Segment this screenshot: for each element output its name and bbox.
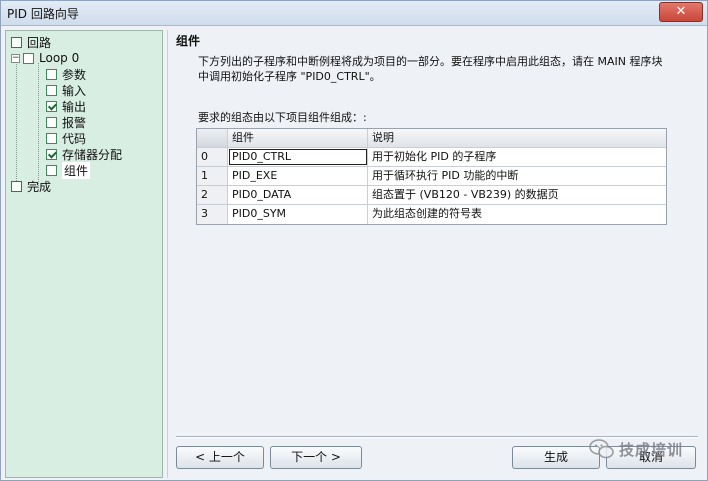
description-cell[interactable]: 组态置于 (VB120 - VB239) 的数据页 xyxy=(368,186,666,204)
table-row[interactable]: 3 PID0_SYM 为此组态创建的符号表 xyxy=(197,205,666,224)
row-number: 2 xyxy=(197,186,228,204)
tree-node-label: 组件 xyxy=(62,161,91,179)
row-number: 3 xyxy=(197,205,228,224)
component-cell[interactable]: PID_EXE xyxy=(228,167,368,185)
description-cell[interactable]: 用于初始化 PID 的子程序 xyxy=(368,148,666,166)
tree-node-alarm[interactable]: 报警 xyxy=(46,114,86,130)
row-number: 0 xyxy=(197,148,228,166)
tree-node-label: 输出 xyxy=(62,99,87,114)
checkbox-icon xyxy=(23,52,34,64)
collapse-icon[interactable]: − xyxy=(11,53,20,63)
wechat-logo-icon xyxy=(589,439,614,459)
pid-wizard-window: PID 回路向导 ✕ 回路 − Loop 0 参数 输入 输出 报警 代码 存储… xyxy=(0,0,708,481)
tree-node-components[interactable]: 组件 xyxy=(46,161,91,179)
check-icon xyxy=(46,100,57,112)
check-icon xyxy=(46,148,57,160)
tree-node-label: 代码 xyxy=(62,131,87,146)
row-number: 1 xyxy=(197,167,228,185)
tree-node-label: Loop 0 xyxy=(39,51,80,65)
title-bar[interactable]: PID 回路向导 ✕ xyxy=(1,1,707,26)
close-button[interactable]: ✕ xyxy=(659,2,703,22)
tree-node-params[interactable]: 参数 xyxy=(46,66,86,82)
requirement-text: 要求的组态由以下项目组件组成：: xyxy=(198,111,367,124)
table-row[interactable]: 1 PID_EXE 用于循环执行 PID 功能的中断 xyxy=(197,167,666,186)
component-cell[interactable]: PID0_CTRL xyxy=(228,148,368,166)
next-button[interactable]: 下一个 > xyxy=(270,446,362,469)
checkbox-icon xyxy=(11,36,22,48)
tree-node-input[interactable]: 输入 xyxy=(46,82,86,98)
corner-cell xyxy=(197,129,228,147)
tree-node-memory[interactable]: 存储器分配 xyxy=(46,146,122,162)
column-header[interactable]: 说明 xyxy=(368,129,666,147)
watermark-text: 技成培训 xyxy=(619,440,684,459)
generate-button[interactable]: 生成 xyxy=(512,446,600,469)
checkbox-icon xyxy=(46,164,57,176)
component-cell[interactable]: PID0_DATA xyxy=(228,186,368,204)
components-table: 组件 说明 0 PID0_CTRL 用于初始化 PID 的子程序 1 PID_E… xyxy=(196,128,667,225)
checkbox-icon xyxy=(46,68,57,80)
tree-node-finish[interactable]: 完成 xyxy=(11,178,51,194)
tree-connector xyxy=(38,63,39,190)
tree-node-code[interactable]: 代码 xyxy=(46,130,86,146)
content-panel: 组件 下方列出的子程序和中断例程将成为项目的一部分。要在程序中启用此组态，请在 … xyxy=(167,30,705,478)
checkbox-icon xyxy=(11,180,22,192)
column-header[interactable]: 组件 xyxy=(228,129,368,147)
tree-node-loop[interactable]: − Loop 0 xyxy=(11,50,79,66)
tree-connector xyxy=(16,56,17,191)
tree-node-label: 存储器分配 xyxy=(62,147,123,162)
tree-node-label: 回路 xyxy=(27,35,52,50)
tree-node-label: 完成 xyxy=(27,179,52,194)
previous-button[interactable]: < 上一个 xyxy=(176,446,264,469)
tree-node-label: 报警 xyxy=(62,115,87,130)
description-cell[interactable]: 用于循环执行 PID 功能的中断 xyxy=(368,167,666,185)
description-text: 下方列出的子程序和中断例程将成为项目的一部分。要在程序中启用此组态，请在 MAI… xyxy=(198,55,663,83)
tree-node-label: 参数 xyxy=(62,67,87,82)
table-header: 组件 说明 xyxy=(197,129,666,148)
table-row[interactable]: 0 PID0_CTRL 用于初始化 PID 的子程序 xyxy=(197,148,666,167)
checkbox-icon xyxy=(46,116,57,128)
tree-node-label: 输入 xyxy=(62,83,87,98)
page-title: 组件 xyxy=(176,34,201,48)
window-title: PID 回路向导 xyxy=(7,7,79,21)
tree-node-output[interactable]: 输出 xyxy=(46,98,86,114)
checkbox-icon xyxy=(46,132,57,144)
description-cell[interactable]: 为此组态创建的符号表 xyxy=(368,205,666,224)
tree-node-root[interactable]: 回路 xyxy=(11,34,51,50)
checkbox-icon xyxy=(46,84,57,96)
wizard-tree: 回路 − Loop 0 参数 输入 输出 报警 代码 存储器分配 组件 完成 xyxy=(5,30,163,478)
component-cell[interactable]: PID0_SYM xyxy=(228,205,368,224)
table-row[interactable]: 2 PID0_DATA 组态置于 (VB120 - VB239) 的数据页 xyxy=(197,186,666,205)
watermark: 技成培训 xyxy=(589,438,683,460)
